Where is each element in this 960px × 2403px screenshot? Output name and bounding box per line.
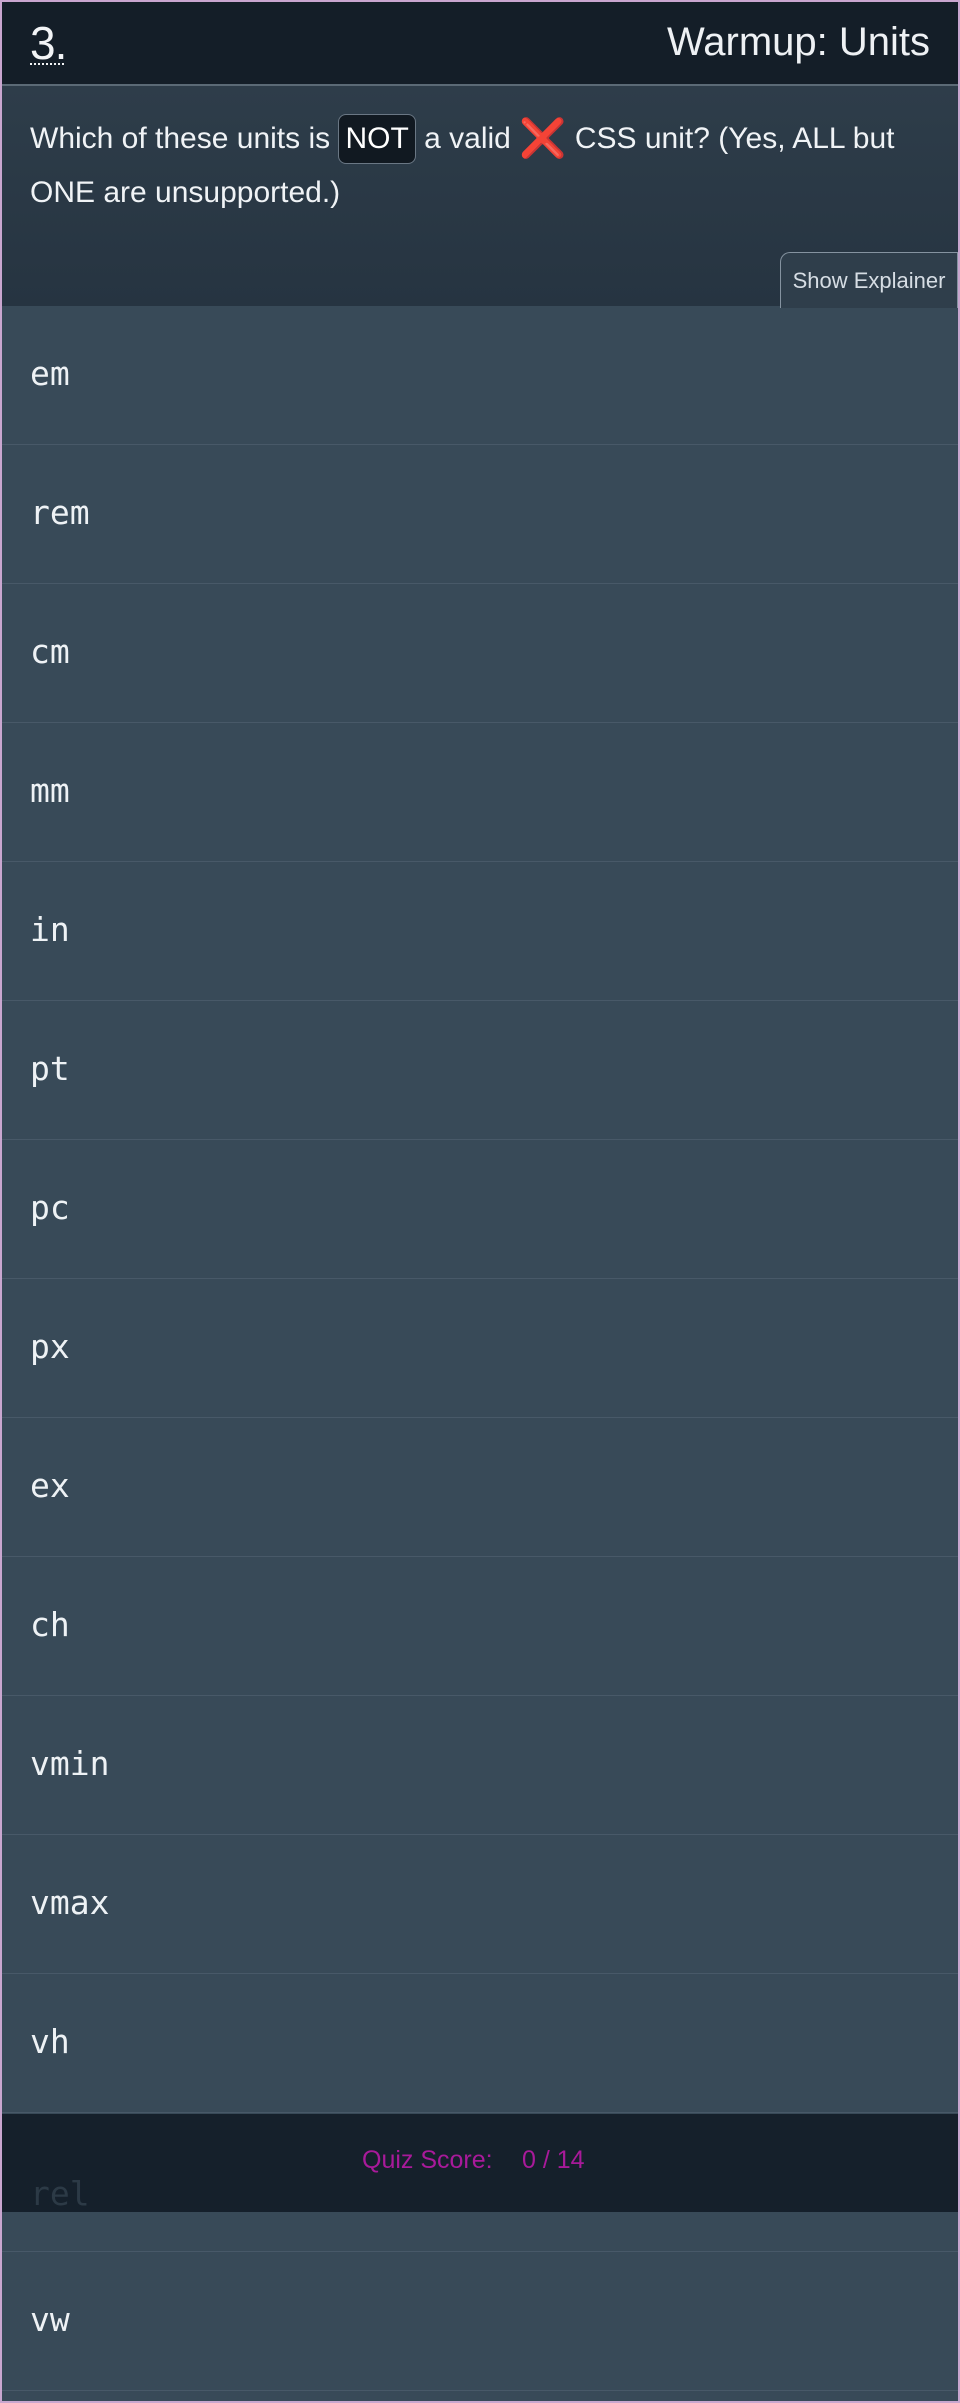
answer-option[interactable]: vmin xyxy=(2,1696,958,1835)
answer-option-label: rel xyxy=(30,2174,90,2213)
question-text-middle: a valid xyxy=(415,122,520,155)
answer-option[interactable]: ex xyxy=(2,1418,958,1557)
cross-mark-icon: ❌ xyxy=(519,118,567,160)
answer-option[interactable]: pt xyxy=(2,1001,958,1140)
quiz-score-bar: Quiz Score: 0 / 14 xyxy=(2,2114,958,2212)
answer-option[interactable]: vh xyxy=(2,1974,958,2113)
not-badge: NOT xyxy=(338,114,416,164)
question-title: Warmup: Units xyxy=(666,20,930,64)
quiz-card: 3. Warmup: Units Which of these units is… xyxy=(2,2,958,2401)
answer-option-label: em xyxy=(30,354,70,393)
answer-option-label: in xyxy=(30,910,70,949)
answer-option-label: cm xyxy=(30,632,70,671)
quiz-score-value: 0 / 14 xyxy=(522,2146,585,2174)
question-header: 3. Warmup: Units xyxy=(2,2,958,86)
answer-option[interactable]: vmax xyxy=(2,1835,958,1974)
answer-option-label: vmin xyxy=(30,1744,110,1783)
answer-option-label: ex xyxy=(30,1466,70,1505)
question-panel: Which of these units is NOT a valid ❌ CS… xyxy=(2,86,958,308)
answer-option[interactable]: em xyxy=(2,306,958,445)
answer-options: em rem cm mm in pt pc px ex ch vmin vmax… xyxy=(2,306,958,2391)
answer-option[interactable]: pc xyxy=(2,1140,958,1279)
answer-option[interactable]: cm xyxy=(2,584,958,723)
answer-option-label: vh xyxy=(30,2022,70,2061)
answer-option-label: px xyxy=(30,1327,70,1366)
answer-option[interactable]: px xyxy=(2,1279,958,1418)
answer-option-label: mm xyxy=(30,771,70,810)
answer-option-label: pt xyxy=(30,1049,70,1088)
answer-option[interactable]: ch xyxy=(2,1557,958,1696)
show-explainer-button[interactable]: Show Explainer xyxy=(780,252,958,308)
answer-option[interactable]: mm xyxy=(2,723,958,862)
answer-option[interactable]: rem xyxy=(2,445,958,584)
answer-option-label: rem xyxy=(30,493,90,532)
quiz-score-label: Quiz Score: xyxy=(362,2146,493,2174)
answer-option-label: vmax xyxy=(30,1883,110,1922)
answer-option-label: ch xyxy=(30,1605,70,1644)
question-number: 3. xyxy=(30,17,67,69)
answer-option-label: pc xyxy=(30,1188,70,1227)
question-text-start: Which of these units is xyxy=(30,122,339,155)
answer-option[interactable]: in xyxy=(2,862,958,1001)
answer-option[interactable]: vw xyxy=(2,2252,958,2391)
question-text: Which of these units is NOT a valid ❌ CS… xyxy=(30,112,930,220)
answer-option-label: vw xyxy=(30,2300,70,2339)
